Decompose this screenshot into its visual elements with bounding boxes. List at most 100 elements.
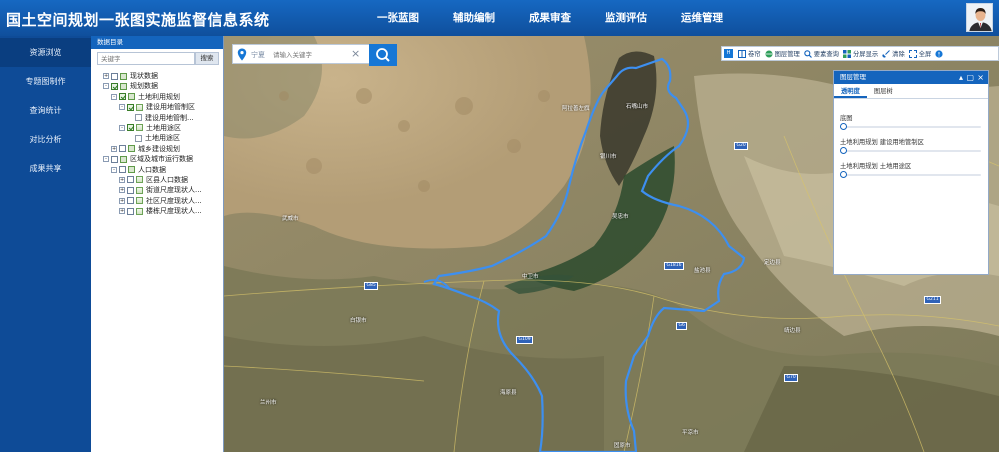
tree-checkbox[interactable]	[119, 166, 126, 174]
layer-icon	[136, 197, 143, 205]
collapse-icon[interactable]: -	[119, 124, 125, 131]
search-icon	[376, 48, 390, 62]
map-label: 中卫市	[522, 274, 539, 280]
nav-blueprint[interactable]: 一张蓝图	[360, 0, 436, 36]
help-icon	[935, 49, 943, 58]
tree-node-label: 区域及城市运行数据	[130, 155, 193, 164]
map-label: 靖边县	[784, 328, 801, 334]
tree-checkbox[interactable]	[127, 124, 134, 132]
layer-icon	[136, 124, 143, 132]
slider-handle[interactable]	[840, 171, 847, 178]
catalog-search-button[interactable]: 搜索	[195, 52, 219, 65]
expand-icon[interactable]: +	[111, 145, 117, 152]
rail-compare-analysis[interactable]: 对比分析	[0, 125, 91, 154]
tree-node[interactable]: + 社区尺度现状人...	[91, 196, 224, 206]
tree-node-label: 社区尺度现状人...	[146, 196, 202, 205]
collapse-icon[interactable]: -	[103, 83, 109, 90]
tree-checkbox[interactable]	[127, 197, 134, 205]
nav-ops-management[interactable]: 运维管理	[664, 0, 740, 36]
tree-checkbox[interactable]	[127, 103, 134, 111]
tab-opacity[interactable]: 透明度	[834, 84, 867, 98]
rail-thematic-map[interactable]: 专题图制作	[0, 67, 91, 96]
app-header: 国土空间规划一张图实施监督信息系统 一张蓝图 辅助编制 成果审查 监测评估 运维…	[0, 0, 999, 36]
tree-node[interactable]: 土地用途区	[91, 133, 224, 143]
app-title: 国土空间规划一张图实施监督信息系统	[6, 11, 270, 29]
tree-checkbox[interactable]	[111, 72, 118, 80]
tree-checkbox[interactable]	[111, 155, 118, 163]
tree-node[interactable]: - 人口数据	[91, 165, 224, 175]
folder-icon	[120, 82, 127, 90]
user-avatar[interactable]	[966, 3, 993, 32]
expand-icon[interactable]: +	[119, 208, 125, 215]
map-label: 阿拉善左旗	[562, 106, 590, 112]
tool-swipe[interactable]: 卷帘	[736, 46, 763, 61]
collapse-icon[interactable]: -	[111, 93, 117, 100]
collapse-icon[interactable]: -	[119, 104, 125, 111]
opacity-slider[interactable]	[840, 171, 984, 179]
search-city[interactable]: 宁夏	[251, 50, 265, 60]
tree-checkbox[interactable]	[111, 82, 118, 90]
catalog-search-input[interactable]	[97, 52, 195, 65]
tool-clear-label: 清除	[892, 51, 905, 58]
tree-node[interactable]: 建设用地管制...	[91, 113, 224, 123]
expand-icon[interactable]: +	[119, 176, 125, 183]
map-search-input[interactable]	[273, 48, 347, 61]
collapse-icon[interactable]: -	[103, 156, 109, 163]
tool-fullscreen[interactable]: 全屏	[907, 46, 934, 61]
tool-help[interactable]	[933, 46, 947, 61]
close-icon[interactable]: ×	[977, 71, 984, 84]
tree-node-label: 人口数据	[138, 165, 166, 174]
clear-icon[interactable]: ×	[351, 47, 360, 60]
opacity-item-name: 土地利用规划 土地用途区	[840, 163, 912, 170]
tree-checkbox[interactable]	[127, 176, 134, 184]
tree-node[interactable]: - 建设用地管制区	[91, 102, 224, 112]
collapse-icon[interactable]: -	[111, 166, 117, 173]
tool-clear[interactable]: 清除	[880, 46, 907, 61]
layer-icon	[136, 207, 143, 215]
tree-node[interactable]: - 土地利用规划	[91, 92, 224, 102]
rail-result-share[interactable]: 成果共享	[0, 154, 91, 183]
layer-manage-panel: 图层管理 ▴ ▢ × 透明度 图层树 底图 土地利用规划 建设用地管制区 土地利…	[833, 70, 989, 275]
opacity-slider[interactable]	[840, 147, 984, 155]
tool-feature-query[interactable]: 要素查询	[802, 46, 841, 61]
nav-monitor-evaluate[interactable]: 监测评估	[588, 0, 664, 36]
slider-handle[interactable]	[840, 123, 847, 130]
tree-node[interactable]: - 土地用途区	[91, 123, 224, 133]
tool-layer-manage[interactable]: 图层管理	[763, 46, 802, 61]
slider-handle[interactable]	[840, 147, 847, 154]
nav-result-review[interactable]: 成果审查	[512, 0, 588, 36]
highway-shield: G70	[784, 374, 799, 382]
map-search-button[interactable]	[369, 44, 397, 66]
expand-icon[interactable]: +	[119, 187, 125, 194]
tree-node[interactable]: + 现状数据	[91, 71, 224, 81]
location-pin-icon[interactable]	[237, 48, 247, 61]
highway-shield: G20	[734, 142, 749, 150]
toolbar-badge[interactable]: H	[724, 49, 733, 58]
tree-node[interactable]: + 区县人口数据	[91, 175, 224, 185]
user-avatar-icon	[967, 4, 992, 31]
tree-checkbox[interactable]	[119, 145, 126, 153]
tree-checkbox[interactable]	[127, 186, 134, 194]
folder-icon	[128, 145, 135, 153]
map-view[interactable]: 阿拉善左旗 石嘴山市 银川市 吴忠市 中卫市 固原市 盐池县 武威市 白银市 定…	[224, 36, 999, 452]
tree-node[interactable]: - 规划数据	[91, 81, 224, 91]
tree-node[interactable]: + 街道尺度现状人...	[91, 185, 224, 195]
opacity-slider[interactable]	[840, 123, 984, 131]
expand-icon[interactable]: +	[103, 73, 109, 79]
doc-icon	[135, 114, 142, 122]
tab-layer-tree[interactable]: 图层树	[867, 84, 900, 98]
tree-checkbox[interactable]	[119, 93, 126, 101]
tree-node-label: 规划数据	[130, 82, 158, 91]
maximize-icon[interactable]: ▢	[966, 71, 974, 84]
tree-node[interactable]: + 楼栋尺度现状人...	[91, 206, 224, 216]
expand-icon[interactable]: +	[119, 197, 125, 204]
nav-assist-compile[interactable]: 辅助编制	[436, 0, 512, 36]
tree-node[interactable]: - 区域及城市运行数据	[91, 154, 224, 164]
highway-shield: G6	[676, 322, 688, 330]
collapse-icon[interactable]: ▴	[959, 71, 963, 84]
tool-split-screen[interactable]: 分屏显示	[841, 46, 880, 61]
rail-resource-browse[interactable]: 资源浏览	[0, 38, 91, 67]
tree-checkbox[interactable]	[127, 207, 134, 215]
rail-query-stats[interactable]: 查询统计	[0, 96, 91, 125]
tree-node[interactable]: + 城乡建设规划	[91, 144, 224, 154]
